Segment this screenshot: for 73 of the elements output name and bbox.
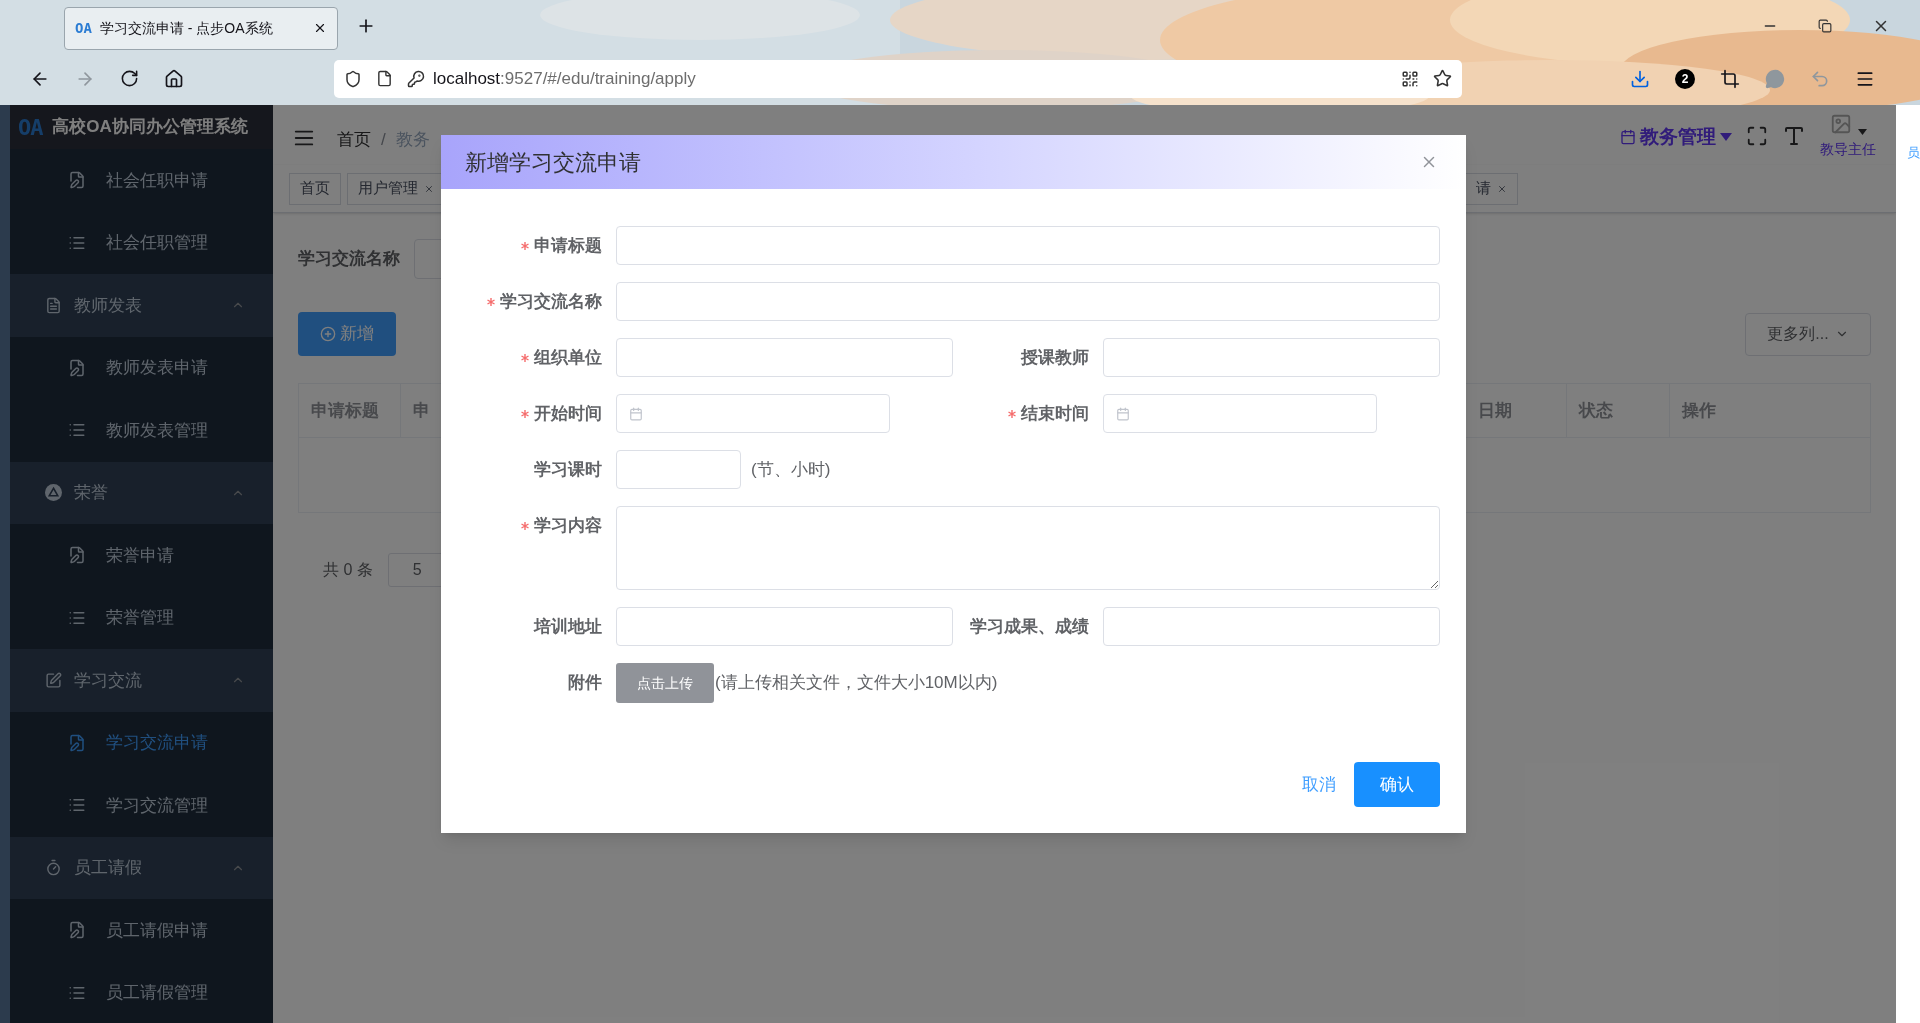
download-icon[interactable] [1630,68,1650,89]
total-count: 共 0 条 [323,560,373,580]
more-columns-button[interactable]: 更多列... [1745,312,1871,356]
sidebar-group[interactable]: 荣誉 [10,461,273,524]
plus-circle-icon [320,326,336,342]
file-pen-icon [68,921,86,940]
field-label: 组织单位 [534,346,602,369]
calendar-icon [629,406,643,421]
crop-icon[interactable] [1720,68,1740,89]
group-icon [45,859,62,877]
text-field[interactable] [616,282,1440,321]
group-icon [45,484,62,502]
group-icon [45,671,62,689]
date-field[interactable] [1103,394,1377,433]
upload-button[interactable]: 点击上传 [616,663,714,703]
date-field[interactable] [616,394,890,433]
calendar-icon [1620,129,1636,146]
text-field[interactable] [616,338,953,377]
upload-hint: (请上传相关文件，文件大小10M以内) [715,672,998,695]
field-label: 学习成果、成绩 [970,615,1089,638]
caret-icon[interactable] [1857,129,1867,135]
star-icon[interactable] [1433,69,1452,88]
tag[interactable]: 首页 [289,172,341,205]
home-icon[interactable] [164,68,184,89]
field-label: 学习课时 [534,458,602,481]
field-label: 学习内容 [534,514,602,537]
confirm-button[interactable]: 确认 [1354,762,1440,807]
cancel-button[interactable]: 取消 [1302,771,1336,798]
logo: OA [18,113,43,142]
sidebar-group[interactable]: 学习交流 [10,649,273,712]
fullscreen-icon[interactable] [1746,125,1768,147]
hours-field[interactable] [616,450,741,489]
breadcrumb-separator: / [381,129,386,151]
role-menu[interactable]: 教务管理 [1620,123,1732,152]
edge-text: 员 [1907,144,1920,162]
reload-icon[interactable] [120,69,139,88]
app-title: 高校OA协同办公管理系统 [52,116,248,139]
breadcrumb-item[interactable]: 首页 [337,127,371,153]
field-label: 培训地址 [534,615,602,638]
field-label: 附件 [568,671,602,694]
file-pen-icon [68,733,86,752]
font-size-icon[interactable] [1782,124,1806,148]
field-label: 结束时间 [1021,402,1089,425]
field-label: 学习交流名称 [500,290,602,313]
file-pen-icon [68,546,86,565]
field-label: 开始时间 [534,402,602,425]
field-label: 授课教师 [1021,346,1089,369]
tag[interactable]: 请 [1465,172,1518,205]
text-field[interactable] [616,607,953,646]
close-icon[interactable] [313,21,327,35]
page-icon[interactable] [376,70,393,87]
text-field[interactable] [1103,338,1440,377]
restore-icon[interactable] [1818,19,1832,33]
text-field[interactable] [1103,607,1440,646]
file-pen-icon [68,171,86,190]
unit-hint: (节、小时) [751,458,831,481]
add-button[interactable]: 新增 [298,312,396,356]
caret-icon [1720,133,1732,142]
key-icon[interactable] [407,69,425,88]
browser-tab[interactable]: OA 学习交流申请 - 点步OA系统 [64,6,338,50]
search-label: 学习交流名称 [298,248,400,271]
shield-icon[interactable] [344,69,362,88]
calendar-icon [1116,406,1130,421]
sidebar-group[interactable]: 员工请假 [10,836,273,899]
file-pen-icon [68,358,86,377]
user-role: 教导主任 [1820,140,1876,159]
qr-code-icon[interactable] [1401,69,1419,88]
group-icon [45,296,62,314]
field-label: 申请标题 [534,234,602,257]
sidebar-group[interactable]: 教师发表 [10,274,273,337]
address-field[interactable]: localhost:9527/#/edu/training/apply [334,59,1462,98]
dialog-title: 新增学习交流申请 [465,148,642,177]
text-field[interactable] [616,226,1440,265]
